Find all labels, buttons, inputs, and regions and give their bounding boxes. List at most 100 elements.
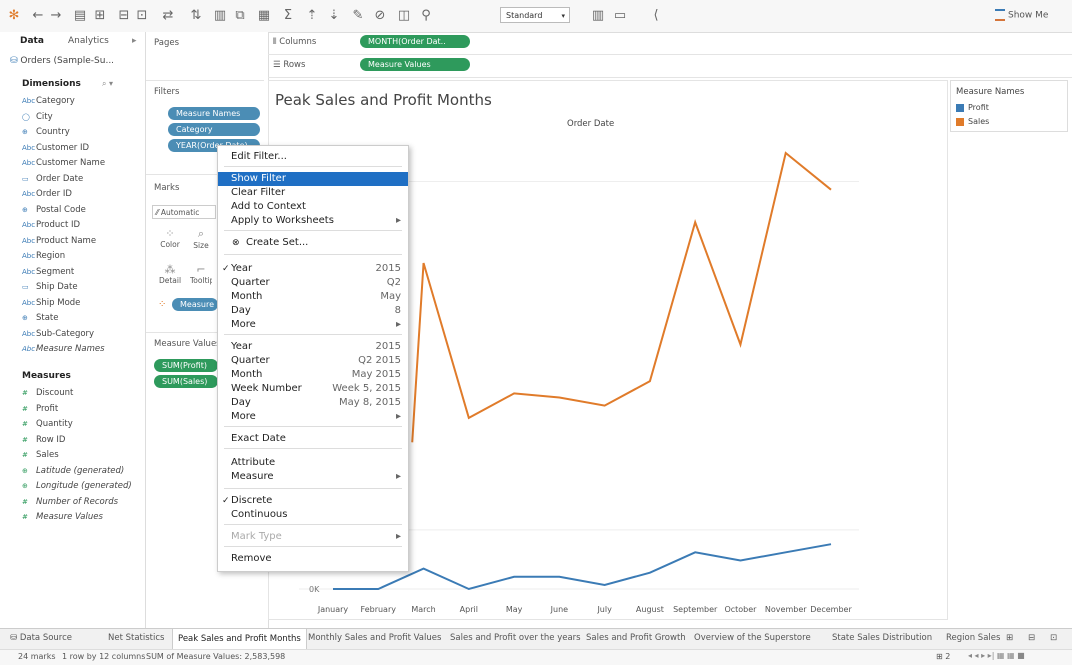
tab-data[interactable]: Data xyxy=(20,36,44,46)
dimension-field[interactable]: AbcProduct Name xyxy=(22,236,96,246)
dimension-field[interactable]: AbcSegment xyxy=(22,267,74,277)
sheet-tab[interactable]: Region Sales xyxy=(946,633,1000,643)
filter-pill-category[interactable]: Category xyxy=(168,123,260,136)
menu-item[interactable]: Continuous xyxy=(218,508,408,522)
measure-field[interactable]: # Row ID xyxy=(22,435,65,445)
dimension-field[interactable]: AbcCategory xyxy=(22,96,75,106)
dimension-field[interactable]: ⊕ Country xyxy=(22,127,70,137)
format-icon[interactable]: ⊘ xyxy=(372,8,388,24)
sheet-tab[interactable]: Sales and Profit Growth xyxy=(586,633,686,643)
measure-field[interactable]: # Quantity xyxy=(22,419,73,429)
datasource-item[interactable]: ⛁ Orders (Sample-Su... xyxy=(10,56,114,66)
sort-icon[interactable]: ⇅ xyxy=(188,8,204,24)
mark-type-select[interactable]: ⁄⁄ Automatic xyxy=(152,205,216,219)
legend-item-profit[interactable]: Profit xyxy=(956,103,989,112)
menu-item[interactable]: Attribute xyxy=(218,456,408,470)
columns-shelf[interactable]: ⫴ Columns MONTH(Order Dat.. xyxy=(268,32,1072,55)
show-me-button[interactable]: Show Me xyxy=(995,9,1048,21)
new-dashboard-icon[interactable]: ⊟ xyxy=(1028,633,1035,643)
fit-select[interactable]: Standard ▾ xyxy=(500,7,570,23)
redo-icon[interactable]: → xyxy=(48,8,64,24)
sheet-tab[interactable]: Net Statistics xyxy=(108,633,164,643)
sort-ascending-icon[interactable]: ⇡ xyxy=(304,8,320,24)
chart-icon[interactable]: ▥ xyxy=(212,8,228,24)
menu-item[interactable]: Measure ▸ xyxy=(218,470,408,484)
measure-values-pill-profit[interactable]: SUM(Profit) xyxy=(154,359,218,372)
label-icon[interactable]: ▦ xyxy=(256,8,272,24)
tab-analytics[interactable]: Analytics xyxy=(68,36,109,46)
totals-icon[interactable]: Σ xyxy=(280,8,296,24)
tooltip-button[interactable]: ⌐ Tooltip xyxy=(190,263,212,285)
dimension-field[interactable]: ▭ Order Date xyxy=(22,174,83,184)
menu-item[interactable]: Year 2015 xyxy=(218,340,408,354)
menu-item[interactable]: Clear Filter xyxy=(218,186,408,200)
filter-pill-measure-names[interactable]: Measure Names xyxy=(168,107,260,120)
color-button[interactable]: ⁘ Color xyxy=(158,227,182,249)
size-button[interactable]: ⌕ Size xyxy=(190,227,212,250)
measure-field[interactable]: ⊕ Latitude (generated) xyxy=(22,466,124,476)
dimension-field[interactable]: AbcRegion xyxy=(22,251,65,261)
annotate-icon[interactable]: ◫ xyxy=(396,8,412,24)
dimension-field[interactable]: ▭ Ship Date xyxy=(22,282,78,292)
new-sheet-icon[interactable]: ⊞ xyxy=(1006,633,1013,643)
menu-item[interactable]: Exact Date xyxy=(218,432,408,446)
new-worksheet-icon[interactable]: ⊟ xyxy=(116,8,132,24)
menu-item[interactable]: ✓ Discrete xyxy=(218,494,408,508)
save-icon[interactable]: ▤ xyxy=(72,8,88,24)
sheet-tab[interactable]: Sales and Profit over the years xyxy=(450,633,581,643)
menu-item[interactable]: Apply to Worksheets ▸ xyxy=(218,214,408,228)
dimension-field[interactable]: AbcMeasure Names xyxy=(22,344,105,354)
measure-field[interactable]: # Measure Values xyxy=(22,512,103,522)
swap-icon[interactable]: ⇄ xyxy=(160,8,176,24)
dimension-field[interactable]: AbcCustomer Name xyxy=(22,158,105,168)
dimension-field[interactable]: ⊕ State xyxy=(22,313,59,323)
sheet-tab[interactable]: Peak Sales and Profit Months xyxy=(172,629,307,649)
columns-pill-month[interactable]: MONTH(Order Dat.. xyxy=(360,35,470,48)
measure-field[interactable]: # Discount xyxy=(22,388,73,398)
data-source-tab[interactable]: ⛁ Data Source xyxy=(10,633,72,643)
menu-item[interactable]: Day 8 xyxy=(218,304,408,318)
marks-pill-measure-names[interactable]: Measure Names xyxy=(172,298,218,311)
sheet-tab[interactable]: Overview of the Superstore xyxy=(694,633,811,643)
rows-shelf[interactable]: ☰ Rows Measure Values xyxy=(268,55,1072,78)
legend-item-sales[interactable]: Sales xyxy=(956,117,989,126)
page-nav-icons[interactable]: ◂ ◂ ▸ ▸| ▦ ▦ ■ xyxy=(968,651,1025,660)
menu-item[interactable]: ⊗ Create Set... xyxy=(218,236,408,250)
dimension-field[interactable]: ◯ City xyxy=(22,112,53,122)
undo-icon[interactable]: ← xyxy=(30,8,46,24)
menu-item[interactable]: Quarter Q2 xyxy=(218,276,408,290)
measure-field[interactable]: # Profit xyxy=(22,404,58,414)
menu-item[interactable]: Edit Filter... xyxy=(218,150,408,164)
tableau-logo-icon[interactable]: ✻ xyxy=(6,8,22,24)
duplicate-icon[interactable]: ⊡ xyxy=(134,8,150,24)
dimension-field[interactable]: AbcProduct ID xyxy=(22,220,80,230)
dimension-field[interactable]: AbcOrder ID xyxy=(22,189,72,199)
share-icon[interactable]: ⟨ xyxy=(648,8,664,24)
menu-item[interactable]: Remove xyxy=(218,552,408,566)
menu-item[interactable]: Quarter Q2 2015 xyxy=(218,354,408,368)
presentation-icon[interactable]: ▭ xyxy=(612,8,628,24)
highlight-icon[interactable]: ✎ xyxy=(350,8,366,24)
menu-item[interactable]: More ▸ xyxy=(218,318,408,332)
menu-item[interactable]: ✓ Year 2015 xyxy=(218,262,408,276)
measure-field[interactable]: ⊕ Longitude (generated) xyxy=(22,481,132,491)
series-line-sales[interactable] xyxy=(411,151,832,443)
pane-menu-icon[interactable]: ▸ xyxy=(132,36,137,46)
menu-item[interactable]: Month May xyxy=(218,290,408,304)
measure-field[interactable]: # Number of Records xyxy=(22,497,118,507)
sheet-tab[interactable]: Monthly Sales and Profit Values xyxy=(308,633,441,643)
pin-icon[interactable]: ⚲ xyxy=(418,8,434,24)
search-icon[interactable]: ⌕ ▾ xyxy=(102,79,113,89)
dimension-field[interactable]: AbcCustomer ID xyxy=(22,143,89,153)
new-story-icon[interactable]: ⊡ xyxy=(1050,633,1057,643)
menu-item[interactable]: More ▸ xyxy=(218,410,408,424)
menu-item[interactable]: Add to Context xyxy=(218,200,408,214)
dimension-field[interactable]: ⊕ Postal Code xyxy=(22,205,86,215)
dimension-field[interactable]: AbcShip Mode xyxy=(22,298,80,308)
rows-pill-measure-values[interactable]: Measure Values xyxy=(360,58,470,71)
menu-item[interactable]: Week Number Week 5, 2015 xyxy=(218,382,408,396)
menu-item[interactable]: Month May 2015 xyxy=(218,368,408,382)
menu-item[interactable]: Day May 8, 2015 xyxy=(218,396,408,410)
sheet-tab[interactable]: State Sales Distribution xyxy=(832,633,932,643)
menu-item[interactable]: Show Filter xyxy=(218,172,408,186)
